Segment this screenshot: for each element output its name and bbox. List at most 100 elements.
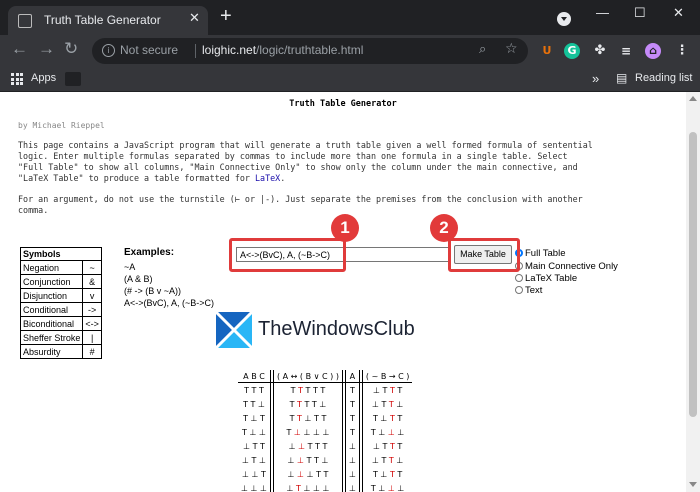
table-row: T ⊥ ⊥ T ⊥ ⊥ ⊥ ⊥ T T ⊥ ⊥ ⊥: [238, 425, 412, 439]
apps-bookmark[interactable]: Apps: [31, 72, 56, 84]
symbols-table: Symbols Negation ~ Conjunction & Disjuncti…: [19, 247, 102, 359]
table-row: ⊥ T T ⊥ ⊥ T T T ⊥ ⊥ T T T: [238, 439, 412, 453]
table-cell: T: [349, 427, 355, 437]
back-button[interactable]: ←: [11, 39, 28, 59]
url-host: loighic.net: [202, 43, 257, 57]
table-cell: ⊥ T T ⊥: [371, 455, 404, 465]
maximize-button[interactable]: ☐: [634, 5, 646, 21]
latex-link[interactable]: LaTeX: [255, 173, 280, 183]
chrome-menu-icon[interactable]: ⋮: [674, 43, 690, 59]
column-header: A: [345, 370, 360, 383]
table-row: ⊥ T ⊥ ⊥ ⊥ T T ⊥ ⊥ ⊥ T T ⊥: [238, 453, 412, 467]
table-cell: T ⊥ ⊥ ⊥: [370, 483, 405, 492]
column-header: ( ~ B → C ): [362, 370, 413, 383]
intro-line: logic. Enter multiple formulas separated…: [18, 151, 568, 161]
reading-list-icon[interactable]: ▤: [616, 71, 627, 85]
table-cell: ⊥ T T ⊥: [371, 399, 404, 409]
table-row: ⊥ ⊥ T ⊥ ⊥ ⊥ T T ⊥ T ⊥ T T: [238, 467, 412, 481]
table-cell: ⊥ T T: [243, 441, 265, 451]
table-cell: ⊥ ⊥ T: [242, 469, 266, 479]
windows-club-logo-icon: [214, 310, 254, 350]
table-cell: ⊥: [348, 441, 356, 451]
reading-list-button[interactable]: Reading list: [635, 72, 692, 84]
argument-paragraph: For an argument, do not use the turnstil…: [18, 194, 678, 216]
radio-icon[interactable]: [515, 286, 523, 294]
truth-table: A B C ( A ↔ ( B ∨ C ) ) A ( ~ B → C ) T …: [238, 370, 413, 492]
forward-button[interactable]: →: [38, 39, 55, 59]
example-formula: A<->(BvC), A, (~B->C): [124, 298, 215, 308]
intro-line: This page contains a JavaScript program …: [18, 140, 593, 150]
url-text[interactable]: loighic.net/logic/truthtable.html: [202, 43, 363, 57]
profile-avatar[interactable]: ⌂: [645, 43, 661, 59]
table-cell: ⊥: [348, 455, 356, 465]
table-cell: ⊥ T ⊥ ⊥ ⊥: [286, 483, 330, 492]
info-icon[interactable]: i: [102, 44, 115, 57]
apps-grid-icon[interactable]: [11, 73, 23, 85]
tab-close-icon[interactable]: ✕: [189, 11, 200, 26]
table-row: T ⊥ T T T ⊥ T T T T ⊥ T T: [238, 411, 412, 425]
option-latex-table[interactable]: LaTeX Table: [515, 273, 577, 284]
bookmarks-bar: Apps » ▤ Reading list: [0, 67, 700, 92]
argument-line: For an argument, do not use the turnstil…: [18, 194, 583, 204]
option-full-table[interactable]: Full Table: [515, 248, 566, 259]
highlight-make-table: [448, 238, 520, 272]
table-cell: ⊥ T T T: [372, 385, 403, 395]
table-row: T T T T T T T T T ⊥ T T T: [238, 382, 412, 397]
bookmark-favicon-icon[interactable]: [65, 72, 81, 86]
more-bookmarks-icon[interactable]: »: [592, 71, 599, 86]
author-byline: by Michael Rieppel: [18, 121, 105, 130]
extension-grammarly-icon[interactable]: G: [564, 43, 580, 59]
minimize-button[interactable]: —: [596, 5, 609, 20]
tab-strip: Truth Table Generator ✕ + — ☐ ✕: [0, 0, 700, 35]
table-cell: T T T T ⊥: [289, 399, 327, 409]
option-main-connective[interactable]: Main Connective Only: [515, 261, 618, 272]
browser-toolbar: ← → ↻ i Not secure loighic.net/logic/tru…: [0, 35, 700, 67]
table-cell: T: [349, 399, 355, 409]
page-favicon-icon: [18, 14, 32, 28]
table-cell: T ⊥ T T: [372, 413, 403, 423]
watermark-text: TheWindowsClub: [258, 318, 415, 340]
table-cell: T ⊥ T: [243, 413, 265, 423]
extensions-puzzle-icon[interactable]: ✤: [592, 43, 608, 59]
bookmark-star-icon[interactable]: ☆: [505, 41, 518, 57]
active-tab[interactable]: Truth Table Generator ✕: [8, 6, 208, 35]
close-window-button[interactable]: ✕: [673, 5, 684, 21]
scroll-down-icon[interactable]: [689, 482, 697, 487]
table-cell: T ⊥ ⊥ ⊥ ⊥: [286, 427, 330, 437]
table-cell: T T T: [244, 385, 264, 395]
option-text[interactable]: Text: [515, 285, 542, 296]
intro-paragraph: This page contains a JavaScript program …: [18, 140, 678, 184]
url-path: /logic/truthtable.html: [256, 43, 364, 57]
scroll-up-icon[interactable]: [689, 96, 697, 101]
vertical-scrollbar[interactable]: [686, 92, 700, 492]
reload-button[interactable]: ↻: [64, 39, 78, 59]
table-cell: ⊥ ⊥ T T T: [288, 441, 328, 451]
column-header: A B C: [238, 370, 271, 383]
step-badge-1: 1: [331, 214, 359, 242]
table-cell: T: [349, 413, 355, 423]
media-control-icon[interactable]: ≡: [618, 43, 634, 59]
table-cell: ⊥ T ⊥: [242, 455, 266, 465]
tab-title: Truth Table Generator: [44, 13, 161, 27]
table-row: Absurdity #: [19, 344, 102, 359]
new-tab-button[interactable]: +: [220, 5, 232, 28]
radio-icon[interactable]: [515, 274, 523, 282]
table-row: Conjunction &: [19, 274, 102, 289]
example-formula: (# -> (B v ~A)): [124, 286, 182, 296]
address-bar[interactable]: i Not secure loighic.net/logic/truthtabl…: [92, 38, 528, 64]
security-label: Not secure: [120, 43, 179, 57]
highlight-formula-input: [229, 238, 346, 272]
tab-search-icon[interactable]: [557, 12, 571, 26]
extension-u-icon[interactable]: U: [539, 43, 555, 59]
table-row: Conditional ->: [19, 302, 102, 317]
table-row: Sheffer Stroke |: [19, 330, 102, 345]
table-cell: T T ⊥: [243, 399, 265, 409]
table-cell: ⊥: [348, 469, 356, 479]
search-icon[interactable]: ⌕: [479, 42, 486, 57]
table-row: T T ⊥ T T T T ⊥ T ⊥ T T ⊥: [238, 397, 412, 411]
table-cell: ⊥ ⊥ ⊥ T T: [287, 469, 329, 479]
table-cell: T: [349, 385, 355, 395]
scrollbar-thumb[interactable]: [689, 132, 697, 417]
example-formula: (A & B): [124, 274, 153, 284]
address-separator: [195, 44, 196, 58]
